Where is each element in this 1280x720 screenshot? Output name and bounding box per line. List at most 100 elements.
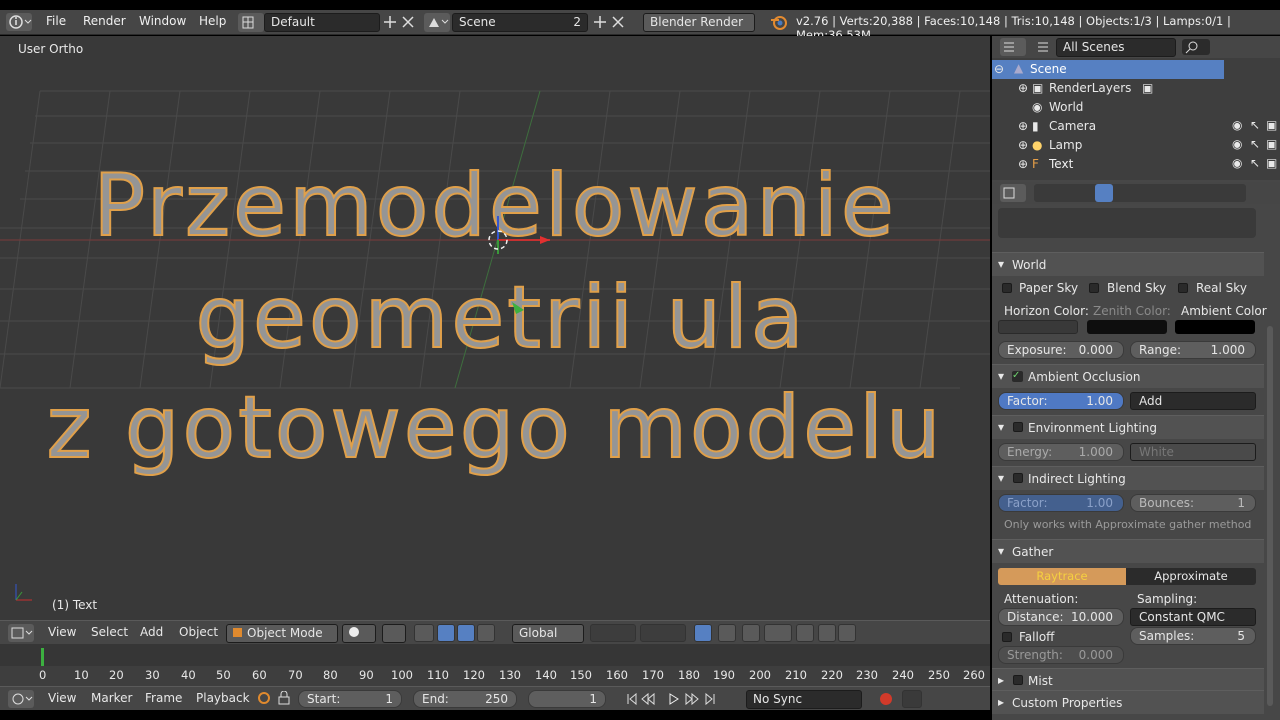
real-sky-checkbox[interactable] [1178, 283, 1188, 293]
ambient-color-swatch[interactable] [1175, 320, 1255, 334]
manipulator-toggle[interactable] [414, 624, 434, 642]
timeline-menu-marker[interactable]: Marker [91, 691, 132, 705]
horizon-color-swatch[interactable] [998, 320, 1078, 334]
rotate-manipulator[interactable] [457, 624, 475, 642]
mist-enable-checkbox[interactable] [1013, 675, 1023, 685]
menu-file[interactable]: File [46, 14, 66, 28]
properties-scrollbar[interactable] [1267, 326, 1273, 706]
render-animation-icon[interactable] [838, 624, 856, 642]
raytrace-button[interactable]: Raytrace [998, 568, 1126, 585]
timeline-editor-type-icon[interactable] [8, 690, 34, 708]
strength-field[interactable]: Strength: 0.000 [998, 646, 1124, 664]
outliner-item-lamp[interactable]: ⊕ ● Lamp ◉ ↖ ▣ [992, 136, 1280, 155]
custom-properties-header[interactable]: ▸ Custom Properties [992, 690, 1264, 714]
outliner-item-world[interactable]: ◉ World [992, 98, 1280, 117]
close-layout-icon[interactable] [402, 16, 414, 28]
layer-buttons-1[interactable] [590, 624, 636, 642]
object-origin-manipulator[interactable] [480, 216, 560, 316]
menu-help[interactable]: Help [199, 14, 226, 28]
render-camera-icon[interactable]: ▣ [1266, 137, 1277, 151]
lock-camera-icon[interactable] [694, 624, 712, 642]
viewport-menu-view[interactable]: View [48, 625, 76, 639]
samples-field[interactable]: Samples: 5 [1130, 627, 1256, 645]
current-frame-marker[interactable] [41, 648, 44, 666]
3d-viewport[interactable]: User Ortho Przemodelowanie geometrii ula… [0, 36, 990, 644]
outliner-editor-type-icon[interactable] [1000, 38, 1026, 56]
start-frame-field[interactable]: Start: 1 [298, 690, 402, 708]
layer-buttons-2[interactable] [640, 624, 686, 642]
zenith-color-swatch[interactable] [1087, 320, 1167, 334]
close-scene-icon[interactable] [612, 16, 624, 28]
world-tab-icon[interactable] [1095, 184, 1113, 202]
pivot-select[interactable] [382, 624, 406, 643]
bounces-field[interactable]: Bounces: 1 [1130, 494, 1256, 512]
screen-layout-icon[interactable] [238, 13, 264, 32]
mist-panel-header[interactable]: ▸ Mist [992, 668, 1264, 692]
outliner-item-scene[interactable]: ⊖ ▲ Scene [992, 60, 1224, 79]
current-frame-field[interactable]: 1 [528, 690, 606, 708]
ao-factor-field[interactable]: Factor: 1.00 [998, 392, 1124, 410]
ao-panel-header[interactable]: ▾ ✓ Ambient Occlusion [992, 364, 1264, 388]
editor-type-icon[interactable] [8, 624, 34, 642]
world-panel-header[interactable]: ▾ World [992, 252, 1264, 276]
expand-icon[interactable]: ⊕ [1018, 81, 1028, 95]
indirect-factor-field[interactable]: Factor: 1.00 [998, 494, 1124, 512]
env-color-select[interactable]: White [1130, 443, 1256, 461]
blend-sky-checkbox[interactable] [1089, 283, 1099, 293]
indirect-enable-checkbox[interactable] [1013, 473, 1023, 483]
range-field[interactable]: Range: 1.000 [1130, 341, 1256, 359]
info-editor-icon[interactable] [6, 13, 32, 31]
ao-blend-select[interactable]: Add [1130, 392, 1256, 410]
playback-controls[interactable] [626, 691, 738, 707]
timeline-menu-view[interactable]: View [48, 691, 76, 705]
scale-manipulator[interactable] [477, 624, 495, 642]
paper-sky-checkbox[interactable] [1002, 283, 1012, 293]
exposure-field[interactable]: Exposure: 0.000 [998, 341, 1124, 359]
keying-icon[interactable] [902, 690, 922, 708]
approximate-button[interactable]: Approximate [1126, 568, 1256, 585]
outliner-item-text[interactable]: ⊕ F Text ◉ ↖ ▣ [992, 155, 1280, 174]
gather-panel-header[interactable]: ▾ Gather [992, 539, 1264, 563]
select-cursor-icon[interactable]: ↖ [1250, 137, 1260, 151]
env-panel-header[interactable]: ▾ Environment Lighting [992, 415, 1264, 439]
snap-element-icon[interactable] [764, 624, 792, 642]
timeline-menu-frame[interactable]: Frame [145, 691, 182, 705]
keying-set-icon[interactable] [258, 692, 270, 704]
outliner-item-camera[interactable]: ⊕ ▮ Camera ◉ ↖ ▣ [992, 117, 1280, 136]
orientation-select[interactable]: Global [512, 624, 584, 643]
menu-window[interactable]: Window [139, 14, 186, 28]
scene-select[interactable]: Scene 2 [452, 13, 588, 32]
properties-editor-type-icon[interactable] [1000, 184, 1026, 202]
sampling-method-select[interactable]: Constant QMC [1130, 608, 1256, 626]
properties-context-tabs[interactable] [1034, 184, 1246, 202]
add-layout-icon[interactable] [384, 16, 396, 28]
indirect-panel-header[interactable]: ▾ Indirect Lighting [992, 466, 1264, 490]
mode-select[interactable]: Object Mode [226, 624, 338, 643]
expand-icon[interactable]: ⊕ [1018, 138, 1028, 152]
viewport-menu-add[interactable]: Add [140, 625, 163, 639]
select-cursor-icon[interactable]: ↖ [1250, 118, 1260, 132]
add-scene-icon[interactable] [594, 16, 606, 28]
env-enable-checkbox[interactable] [1013, 422, 1023, 432]
display-mode-icon[interactable] [1037, 41, 1049, 53]
outliner-filter-select[interactable]: All Scenes [1056, 38, 1176, 57]
expand-icon[interactable]: ⊕ [1018, 157, 1028, 171]
proportional-edit-icon[interactable] [718, 624, 736, 642]
viewport-shading-select[interactable] [342, 624, 376, 643]
distance-field[interactable]: Distance: 10.000 [998, 608, 1124, 626]
select-cursor-icon[interactable]: ↖ [1250, 156, 1260, 170]
ao-enable-checkbox[interactable]: ✓ [1012, 371, 1023, 382]
visibility-eye-icon[interactable]: ◉ [1232, 137, 1242, 151]
expand-icon[interactable]: ⊕ [1018, 119, 1028, 133]
collapse-icon[interactable]: ⊖ [994, 62, 1004, 76]
outliner-item-renderlayers[interactable]: ⊕ ▣ RenderLayers ▣ [992, 79, 1280, 98]
sync-mode-select[interactable]: No Sync [746, 690, 862, 709]
falloff-checkbox[interactable] [1002, 632, 1012, 642]
lock-range-icon[interactable] [278, 690, 290, 705]
render-engine-select[interactable]: Blender Render [643, 13, 755, 32]
translate-manipulator[interactable] [437, 624, 455, 642]
snap-target-icon[interactable] [796, 624, 814, 642]
render-camera-icon[interactable]: ▣ [1266, 118, 1277, 132]
env-energy-field[interactable]: Energy: 1.000 [998, 443, 1124, 461]
viewport-menu-object[interactable]: Object [179, 625, 218, 639]
